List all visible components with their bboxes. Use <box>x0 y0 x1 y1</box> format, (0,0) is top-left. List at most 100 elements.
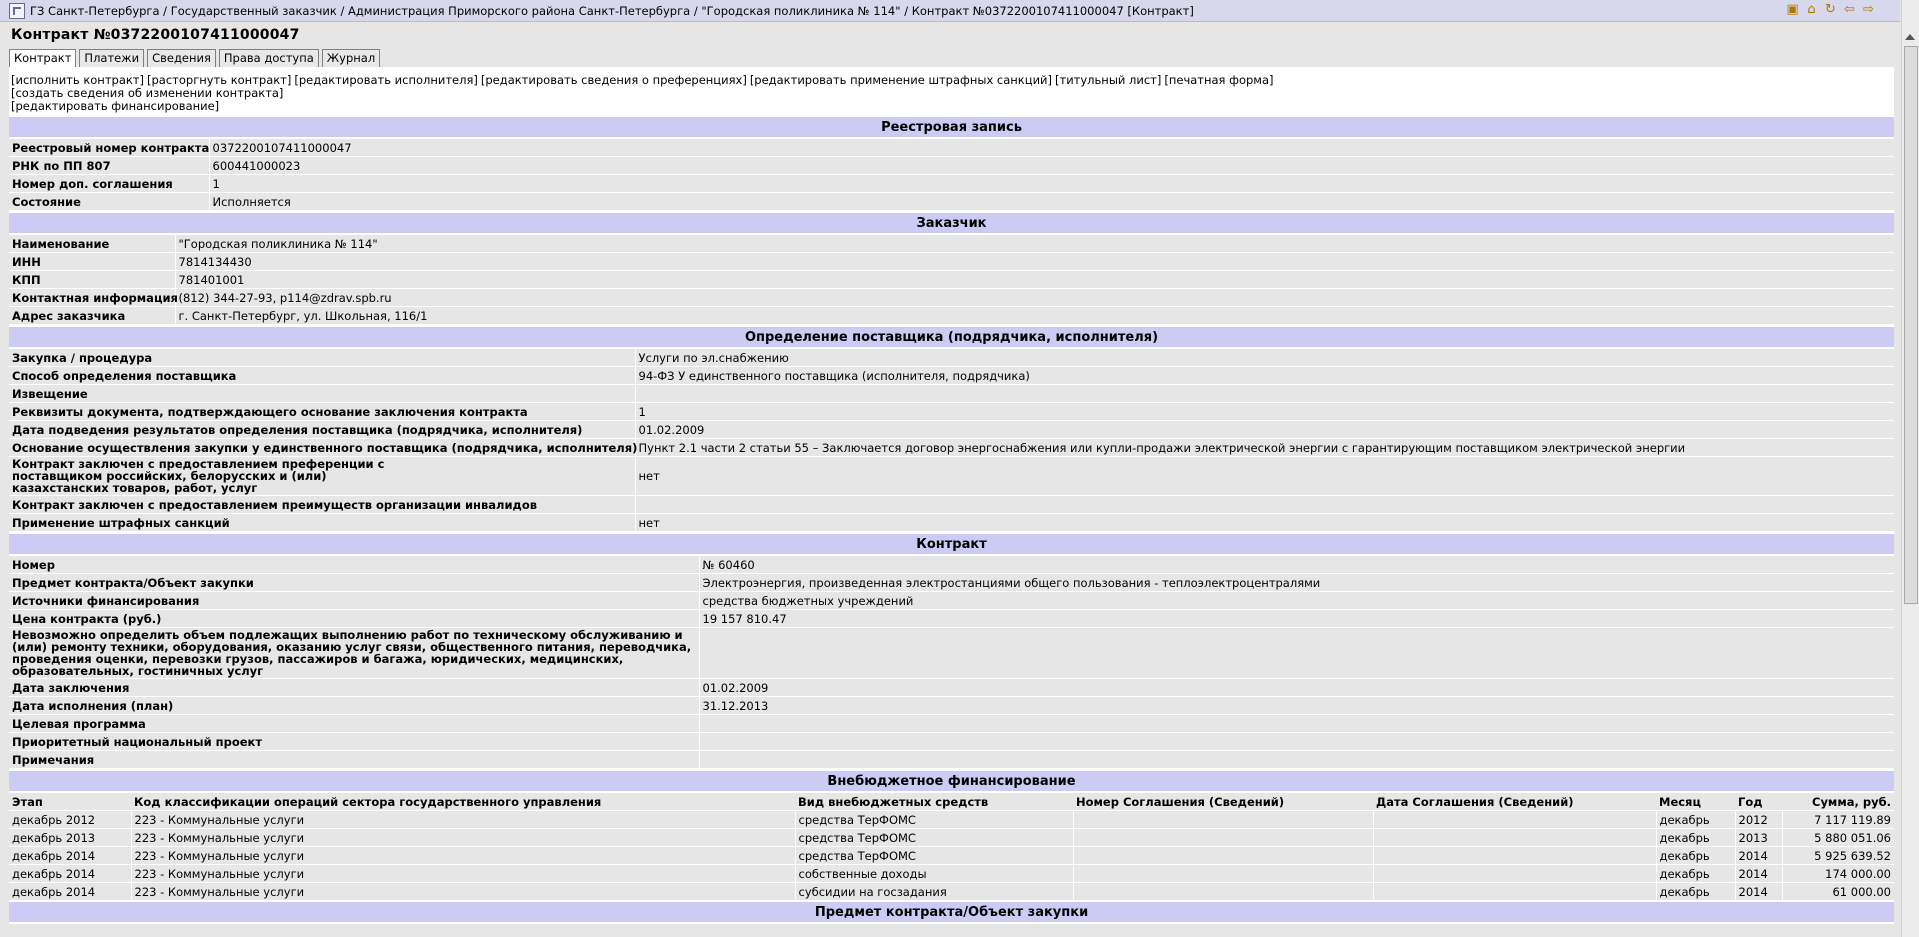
table-cell <box>1372 864 1656 883</box>
table-cell: собственные доходы <box>794 864 1073 883</box>
table-cell <box>1372 882 1656 902</box>
table-row: Источники финансирования средства бюджетн… <box>9 591 1894 610</box>
table-cell <box>1372 828 1656 847</box>
table-row: Невозможно определить объем подлежащих в… <box>9 627 1894 679</box>
table-row: КПП 781401001 <box>9 270 1894 289</box>
field-value <box>634 495 1894 514</box>
field-label: Состояние <box>9 192 209 211</box>
field-label: Дата подведения результатов определения … <box>9 420 635 439</box>
scroll-up-icon[interactable] <box>1905 34 1915 40</box>
field-label: Примечания <box>9 750 699 769</box>
create-change-info-link[interactable]: [создать сведения об изменении контракта… <box>11 86 283 100</box>
field-label: Номер доп. соглашения <box>9 174 209 193</box>
folder-icon[interactable]: ▣ <box>1785 3 1800 17</box>
forward-icon[interactable]: ⇨ <box>1861 3 1876 17</box>
field-label: Извещение <box>9 384 635 403</box>
refresh-icon[interactable]: ↻ <box>1823 3 1838 17</box>
customer-table: Заказчик Наименование "Городская поликлин… <box>9 211 1894 325</box>
edit-executor-link[interactable]: [редактировать исполнителя] <box>294 73 478 87</box>
column-header: Дата Соглашения (Сведений) <box>1373 792 1656 811</box>
table-row: Основание осуществления закупки у единст… <box>9 438 1894 457</box>
table-cell: 223 - Коммунальные услуги <box>130 846 795 865</box>
table-row: Контактная информация (812) 344-27-93, p1… <box>9 288 1894 307</box>
field-label: Контракт заключен с предоставлением преф… <box>9 456 635 496</box>
title-page-link[interactable]: [титульный лист] <box>1055 73 1161 87</box>
financing-table: Внебюджетное финансирование Этап Код кла… <box>9 769 1894 924</box>
table-row: Закупка / процедура Услуги по эл.снабжени… <box>9 348 1894 367</box>
column-header: Год <box>1735 792 1782 811</box>
field-label: Реквизиты документа, подтверждающего осн… <box>9 402 635 421</box>
table-cell: 223 - Коммунальные услуги <box>130 864 795 883</box>
field-label: Цена контракта (руб.) <box>9 609 699 628</box>
table-row: Цена контракта (руб.) 19 157 810.47 <box>9 609 1894 628</box>
table-row: декабрь 2014 223 - Коммунальные услуги с… <box>9 846 1894 865</box>
table-row: ИНН 7814134430 <box>9 252 1894 271</box>
field-value: 31.12.2013 <box>698 696 1894 715</box>
column-header: Этап <box>9 792 131 811</box>
table-cell: декабрь <box>1655 828 1735 847</box>
table-cell: 2014 <box>1734 846 1782 865</box>
field-value: 600441000023 <box>208 156 1894 175</box>
table-row: Контракт заключен с предоставлением преи… <box>9 495 1894 514</box>
field-value: 01.02.2009 <box>634 420 1894 439</box>
supplier-table: Определение поставщика (подрядчика, испо… <box>9 325 1894 532</box>
field-value: средства бюджетных учреждений <box>698 591 1894 610</box>
table-cell: средства ТерФОМС <box>794 810 1073 829</box>
vertical-scrollbar[interactable] <box>1901 0 1919 937</box>
print-form-link[interactable]: [печатная форма] <box>1164 73 1273 87</box>
field-label: Дата исполнения (план) <box>9 696 699 715</box>
execute-contract-link[interactable]: [исполнить контракт] <box>11 73 144 87</box>
table-cell: 223 - Коммунальные услуги <box>130 882 795 902</box>
edit-preferences-link[interactable]: [редактировать сведения о преференциях] <box>481 73 747 87</box>
field-label: Основание осуществления закупки у единст… <box>9 438 637 457</box>
edit-penalties-link[interactable]: [редактировать применение штрафных санкц… <box>750 73 1052 87</box>
field-value: г. Санкт-Петербург, ул. Школьная, 116/1 <box>174 306 1894 325</box>
table-row: Извещение <box>9 384 1894 403</box>
column-header: Месяц <box>1656 792 1735 811</box>
tab-info[interactable]: Сведения <box>147 49 216 68</box>
field-value <box>698 750 1894 769</box>
field-label: Невозможно определить объем подлежащих в… <box>9 627 699 679</box>
table-row: декабрь 2013 223 - Коммунальные услуги с… <box>9 828 1894 847</box>
field-label: Дата заключения <box>9 678 699 697</box>
field-value <box>698 732 1894 751</box>
table-cell: 174 000.00 <box>1781 864 1894 883</box>
back-icon[interactable]: ⇦ <box>1842 3 1857 17</box>
field-label: Закупка / процедура <box>9 348 635 367</box>
tab-access-rights[interactable]: Права доступа <box>218 49 319 68</box>
table-row: Номер доп. соглашения 1 <box>9 174 1894 193</box>
table-cell: 5 880 051.06 <box>1781 828 1894 847</box>
registry-table: Реестровая запись Реестровый номер контр… <box>9 115 1894 211</box>
table-cell: декабрь 2012 <box>9 810 131 829</box>
table-cell: 61 000.00 <box>1781 882 1894 902</box>
column-header: Сумма, руб. <box>1782 792 1894 811</box>
table-cell: декабрь 2014 <box>9 864 131 883</box>
field-value: Услуги по эл.снабжению <box>634 348 1894 367</box>
table-row: Дата заключения 01.02.2009 <box>9 678 1894 697</box>
field-value: 0372200107411000047 <box>208 138 1894 157</box>
breadcrumb: ГЗ Санкт-Петербурга / Государственный за… <box>30 3 1194 18</box>
action-links: [исполнить контракт] [расторгнуть контрак… <box>9 67 1894 115</box>
table-cell: декабрь 2013 <box>9 828 131 847</box>
tab-contract[interactable]: Контракт <box>9 49 77 68</box>
section-header-registry: Реестровая запись <box>9 115 1894 139</box>
table-row: Целевая программа <box>9 714 1894 733</box>
field-label: Реестровый номер контракта <box>9 138 209 157</box>
field-value: Исполняется <box>208 192 1894 211</box>
home-icon[interactable]: ⌂ <box>1804 3 1819 17</box>
contract-table: Контракт Номер № 60460 Предмет контракта/… <box>9 532 1894 769</box>
table-row: Номер № 60460 <box>9 555 1894 574</box>
table-row: Контракт заключен с предоставлением преф… <box>9 456 1894 496</box>
field-value <box>634 384 1894 403</box>
field-value: 781401001 <box>174 270 1894 289</box>
field-value: 19 157 810.47 <box>698 609 1894 628</box>
terminate-contract-link[interactable]: [расторгнуть контракт] <box>147 73 291 87</box>
field-label: РНК по ПП 807 <box>9 156 209 175</box>
tab-journal[interactable]: Журнал <box>321 49 381 68</box>
table-cell: 2014 <box>1734 864 1782 883</box>
edit-financing-link[interactable]: [редактировать финансирование] <box>11 99 219 113</box>
field-label: Адрес заказчика <box>9 306 175 325</box>
tab-payments[interactable]: Платежи <box>79 49 145 68</box>
scrollbar-thumb[interactable] <box>1904 46 1918 604</box>
table-cell: субсидии на госзадания <box>794 882 1073 902</box>
